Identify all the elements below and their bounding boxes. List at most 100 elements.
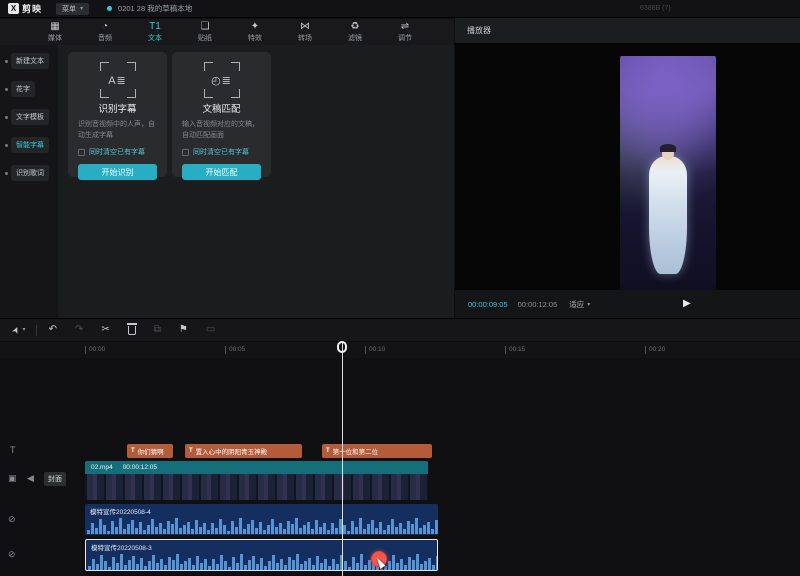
media-icon: ▦ — [50, 21, 59, 32]
subtitle-clip[interactable]: T 你们猜啊 — [127, 444, 173, 458]
checkbox-icon — [78, 149, 85, 156]
capcut-logo-icon: X — [8, 3, 19, 14]
audio-icon: ◔ — [102, 21, 108, 32]
recognize-subtitles-card: A≣ 识别字幕 识别音视频中的人声，自动生成字幕 同时清空已有字幕 开始识别 — [68, 52, 167, 177]
sidebar-item-smart-captions[interactable]: 智能字幕 — [5, 137, 58, 153]
audio-track-icon: ⊘ — [8, 550, 16, 559]
scan-subtitles-icon: A≣ — [100, 62, 136, 98]
ruler-tick-label: 00:15 — [505, 346, 525, 354]
delete-icon[interactable] — [128, 326, 136, 335]
redo-icon[interactable]: ↷ — [75, 325, 83, 335]
subtitle-clip[interactable]: T 第一位和第二位 — [322, 444, 432, 458]
select-tool-icon[interactable]: ➤ — [10, 324, 22, 335]
menu-dropdown[interactable]: 菜单 ▾ — [56, 3, 89, 15]
bullet-icon — [5, 116, 8, 119]
scan-match-icon: ◴≣ — [204, 62, 240, 98]
card-description: 识别音视频中的人声，自动生成字幕 — [78, 120, 157, 143]
chevron-down-icon: ▾ — [80, 5, 83, 12]
card-description: 输入音视频对应的文稿，自动匹配画面 — [182, 120, 261, 143]
audio-clip-name: 模特宣传20220508-3 — [86, 540, 437, 553]
filter-icon: ♻ — [351, 21, 360, 32]
play-button[interactable]: ▶ — [683, 298, 691, 309]
saved-indicator-dot — [107, 6, 112, 11]
adjust-icon: ⇌ — [401, 21, 409, 32]
ruler-tick-label: 00:20 — [645, 346, 665, 354]
video-clip-filmstrip — [85, 474, 428, 500]
playhead-line[interactable] — [342, 342, 343, 576]
timeline-ruler[interactable]: 00:00 00:05 00:10 00:15 00:20 — [0, 342, 800, 358]
app-name: 剪映 — [22, 2, 42, 15]
sidebar-item-new-text[interactable]: 新建文本 — [5, 53, 58, 69]
ribbon-toolbar: ▦ 媒体 ◔ 音频 T1 文本 ❏ 贴纸 ✦ 特效 ⋈ 转场 ♻ 滤镜 ⇌ 调节 — [0, 19, 454, 45]
ruler-tick-label: 00:00 — [85, 346, 105, 354]
bullet-icon — [5, 172, 8, 175]
video-frame — [620, 56, 716, 290]
sidebar-item-recognize-lyrics[interactable]: 识别歌词 — [5, 165, 58, 181]
player-header: 播放器 — [455, 18, 800, 44]
crop-icon[interactable]: ▭ — [206, 325, 215, 335]
current-time: 00:00:09:05 — [468, 300, 508, 309]
text-clip-icon: T — [326, 448, 330, 454]
tab-adjust[interactable]: ⇌ 调节 — [380, 19, 430, 45]
tab-transition[interactable]: ⋈ 转场 — [280, 19, 330, 45]
draft-save-status: 0201 28 我的草稿本地 — [118, 3, 192, 14]
menu-label: 菜单 — [62, 4, 76, 14]
player-panel: 播放器 00:00:09:05 00:00:12:05 适应 ▾ ▶ — [455, 18, 800, 318]
flag-marker-icon[interactable]: ⚑ — [179, 325, 188, 335]
tab-text[interactable]: T1 文本 — [130, 19, 180, 45]
total-time: 00:00:12:05 — [518, 300, 558, 309]
chevron-down-icon: ▾ — [587, 301, 590, 308]
text-clip-icon: T — [131, 448, 135, 454]
sticker-icon: ❏ — [201, 21, 210, 32]
titlebar: X 剪映 菜单 ▾ 0201 28 我的草稿本地 6388B (7) — [0, 0, 800, 18]
video-clip-header: 02.mp4 00:00:12:05 — [85, 461, 428, 474]
subtitle-clip[interactable]: T 置入心中的阴阳青玉神殿 — [185, 444, 302, 458]
timeline-tracks: T ▣ ◀ 封面 ⊘ ⊘ T 你们猜啊 T 置入心中的阴阳青玉神殿 T 第一位和… — [0, 358, 800, 576]
playhead-handle[interactable] — [337, 341, 347, 353]
video-clip-name: 02.mp4 — [91, 464, 113, 471]
text-panel: 新建文本 花字 文字模板 智能字幕 识别歌词 A≣ 识别字幕 — [0, 45, 454, 318]
bullet-icon — [5, 144, 8, 147]
preview-scale-dropdown[interactable]: 适应 ▾ — [569, 299, 590, 310]
player-controls: 00:00:09:05 00:00:12:05 适应 ▾ ▶ — [455, 290, 800, 318]
text-panel-sidebar: 新建文本 花字 文字模板 智能字幕 识别歌词 — [0, 45, 58, 318]
video-clip[interactable]: 02.mp4 00:00:12:05 — [85, 461, 428, 500]
sidebar-item-fancy-text[interactable]: 花字 — [5, 81, 58, 97]
tab-sticker[interactable]: ❏ 贴纸 — [180, 19, 230, 45]
toolbar-divider — [36, 325, 37, 336]
audio-waveform — [85, 517, 438, 534]
text-icon: T1 — [149, 21, 161, 32]
tab-effects[interactable]: ✦ 特效 — [230, 19, 280, 45]
clear-existing-subtitles-checkbox[interactable]: 同时清空已有字幕 — [78, 147, 157, 157]
ruler-tick-label: 00:10 — [365, 346, 385, 354]
player-title: 播放器 — [467, 25, 491, 36]
audio-track-icon: ⊘ — [8, 515, 16, 524]
split-clip-icon[interactable]: ✂ — [101, 325, 109, 335]
tab-audio[interactable]: ◔ 音频 — [80, 19, 130, 45]
script-match-card: ◴≣ 文稿匹配 输入音视频对应的文稿，自动匹配画面 同时清空已有字幕 开始匹配 — [172, 52, 271, 177]
video-track-icon: ▣ — [8, 474, 17, 483]
sidebar-item-text-template[interactable]: 文字模板 — [5, 109, 58, 125]
tab-filter[interactable]: ♻ 滤镜 — [330, 19, 380, 45]
mirror-icon[interactable]: ⧉ — [154, 325, 161, 335]
text-track-icon: T — [10, 446, 16, 455]
ruler-tick-label: 00:05 — [225, 346, 245, 354]
tab-media[interactable]: ▦ 媒体 — [30, 19, 80, 45]
cover-button[interactable]: 封面 — [44, 472, 66, 486]
select-tool-caret-icon[interactable]: ▾ — [23, 325, 26, 335]
capcut-app-window: X 剪映 菜单 ▾ 0201 28 我的草稿本地 6388B (7) ▦ 媒体 … — [0, 0, 800, 576]
transition-icon: ⋈ — [300, 21, 310, 32]
undo-icon[interactable]: ↶ — [49, 325, 57, 335]
audio-clip[interactable]: 模特宣传20220508-4 — [85, 504, 438, 535]
start-recognition-button[interactable]: 开始识别 — [78, 164, 157, 180]
bullet-icon — [5, 88, 8, 91]
video-preview-area[interactable] — [455, 45, 800, 290]
checkbox-icon — [182, 149, 189, 156]
video-subject-figure — [649, 156, 687, 274]
mute-original-icon[interactable]: ◀ — [27, 474, 34, 483]
text-clip-icon: T — [189, 448, 193, 454]
audio-clip-name: 模特宣传20220508-4 — [85, 504, 438, 517]
clear-existing-subtitles-checkbox[interactable]: 同时清空已有字幕 — [182, 147, 261, 157]
app-logo: X 剪映 — [8, 2, 42, 15]
start-match-button[interactable]: 开始匹配 — [182, 164, 261, 180]
